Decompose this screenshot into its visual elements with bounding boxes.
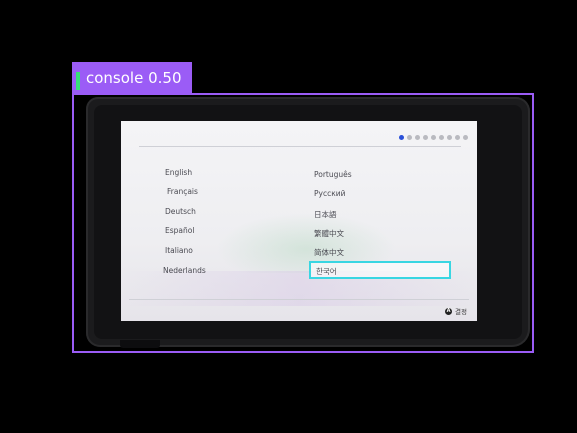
- detection-marker: [76, 72, 80, 90]
- detection-label: console 0.50: [72, 62, 192, 93]
- detection-box: [72, 93, 534, 353]
